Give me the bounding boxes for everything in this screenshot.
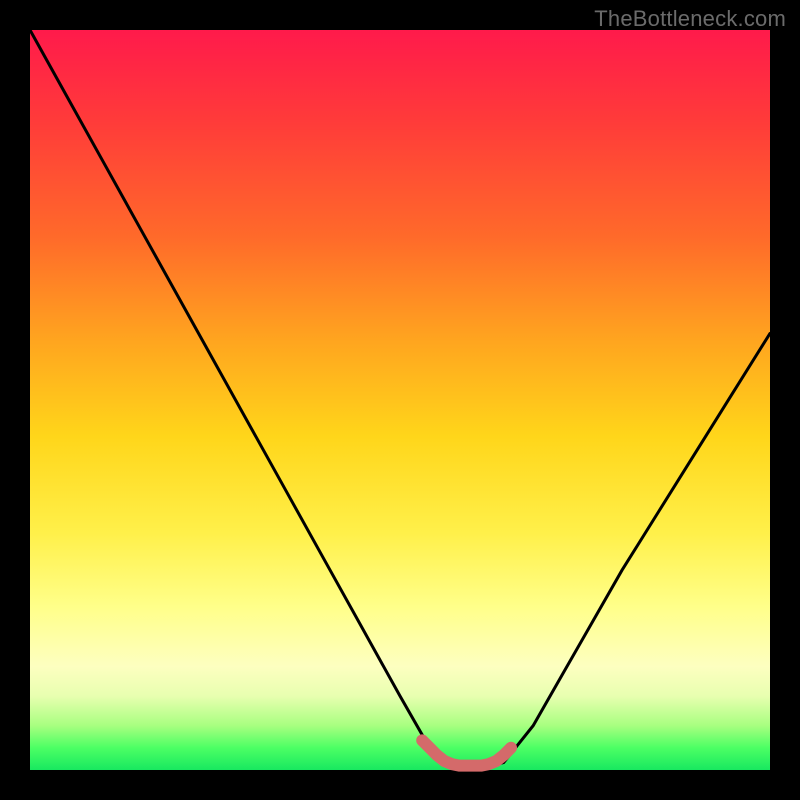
chart-frame: TheBottleneck.com [0,0,800,800]
attribution-label: TheBottleneck.com [594,6,786,32]
plot-area [30,30,770,770]
bottleneck-curve-path [30,30,770,766]
optimal-zone-path [422,740,511,765]
curve-layer [30,30,770,770]
